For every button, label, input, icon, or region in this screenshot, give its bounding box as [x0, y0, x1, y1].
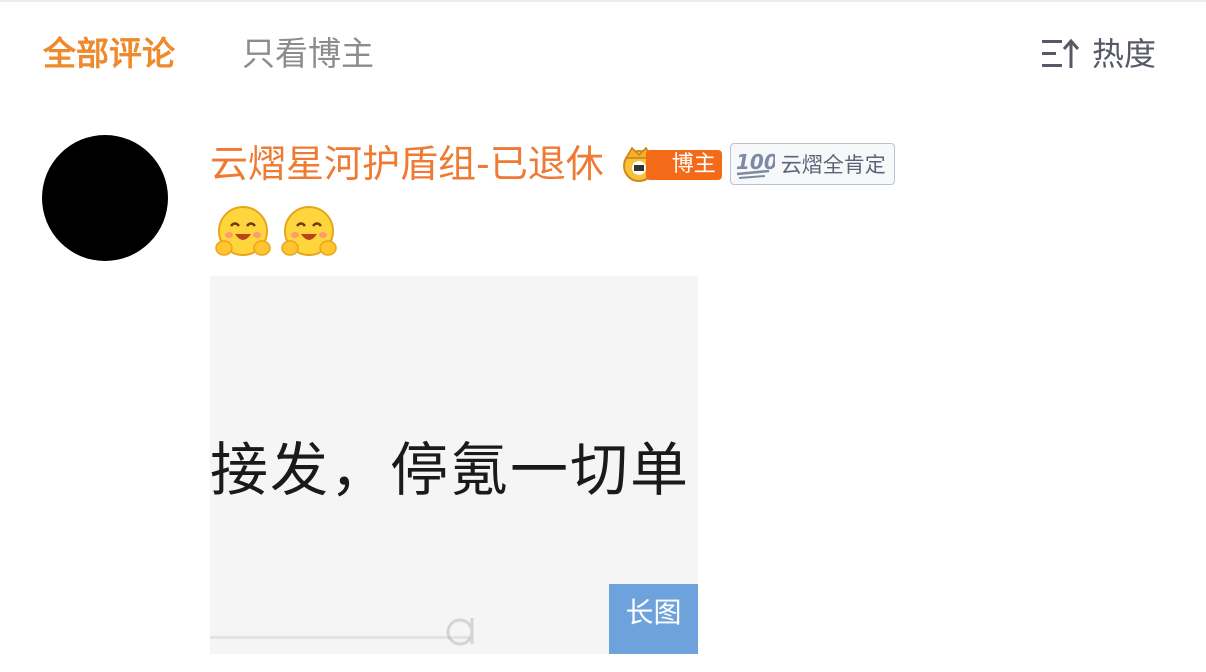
avatar[interactable] [42, 135, 168, 261]
sort-by-popularity-button[interactable]: 热度 [1040, 32, 1156, 76]
sort-label: 热度 [1092, 35, 1157, 73]
blogger-badge: 博主 [616, 144, 726, 184]
smiling-face-with-open-hands-emoji-icon [215, 206, 271, 256]
hundred-points-icon: 100 [736, 150, 775, 179]
svg-text:100: 100 [736, 150, 775, 174]
image-divider [210, 636, 470, 639]
sort-icon [1042, 38, 1080, 68]
tab-all-comments[interactable]: 全部评论 [43, 30, 175, 78]
blogger-tag: 博主 [645, 150, 722, 180]
comment-image[interactable]: 接发，停氪一切单 长图 [210, 276, 698, 654]
image-text: 接发，停氪一切单 [210, 436, 691, 504]
comment-text [214, 204, 346, 264]
tab-blogger-only[interactable]: 只看博主 [242, 30, 374, 78]
username[interactable]: 云熠星河护盾组-已退休 [210, 140, 604, 188]
top-divider [0, 0, 1206, 2]
long-image-badge: 长图 [609, 584, 698, 654]
fan-badge[interactable]: 100 云熠全肯定 [729, 143, 895, 185]
watermark-icon [446, 618, 474, 646]
smiling-face-with-open-hands-emoji-icon [281, 206, 337, 256]
comment-header: 云熠星河护盾组-已退休 博主 100 云熠全肯定 [210, 138, 895, 190]
fan-badge-label: 云熠全肯定 [780, 153, 886, 177]
